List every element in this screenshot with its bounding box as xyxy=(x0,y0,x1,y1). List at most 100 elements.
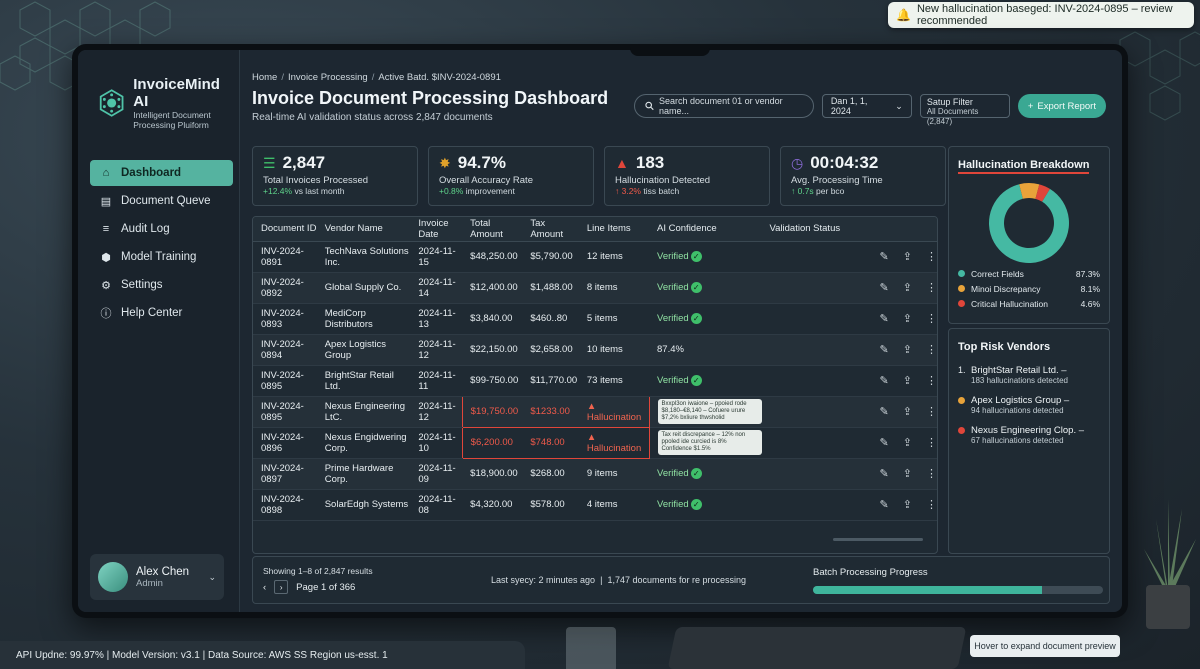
edit-icon[interactable]: ✎ xyxy=(880,250,889,263)
share-icon[interactable]: ⇪ xyxy=(903,250,912,263)
stat-delta: +12.4% vs last month xyxy=(263,186,407,196)
cell-document-id[interactable]: INV-2024-0895 xyxy=(253,365,317,397)
more-icon[interactable]: ⋮ xyxy=(926,405,937,418)
cell-document-id[interactable]: INV-2024-0893 xyxy=(253,303,317,335)
more-icon[interactable]: ⋮ xyxy=(926,436,937,449)
prev-page-button[interactable]: ‹ xyxy=(263,582,266,593)
share-icon[interactable]: ⇪ xyxy=(903,467,912,480)
sidebar-item-4[interactable]: ⚙ Settings xyxy=(90,272,233,298)
edit-icon[interactable]: ✎ xyxy=(880,405,889,418)
date-picker[interactable]: Dan 1, 1, 2024 ⌄ xyxy=(821,94,912,118)
breadcrumb-invoice-processing[interactable]: Invoice Processing xyxy=(288,72,368,83)
cell-vendor: Apex Logistics Group xyxy=(316,334,411,366)
share-icon[interactable]: ⇪ xyxy=(903,498,912,511)
export-report-button[interactable]: + Export Report xyxy=(1017,94,1106,118)
cell-line-items: 9 items xyxy=(578,458,650,490)
cell-actions: ✎ ⇪ ⋮ xyxy=(761,396,937,428)
sidebar-item-label: Dashboard xyxy=(121,167,182,179)
vendor-rank: 1. xyxy=(958,365,966,375)
column-header[interactable]: AI Confidence xyxy=(649,217,762,242)
check-icon: ✓ xyxy=(690,375,702,386)
more-icon[interactable]: ⋮ xyxy=(926,250,937,263)
share-icon[interactable]: ⇪ xyxy=(903,374,912,387)
cell-total: $19,750.00 xyxy=(461,395,523,428)
sidebar-item-5[interactable]: ⓘ Help Center xyxy=(90,300,233,326)
row-actions: ✎ ⇪ ⋮ xyxy=(770,374,937,387)
table-row[interactable]: INV-2024-0895 Nexus Engineering LtC. 2024-… xyxy=(253,395,937,428)
sidebar-item-3[interactable]: ⬢ Model Training xyxy=(90,244,233,270)
cell-document-id[interactable]: INV-2024-0895 xyxy=(253,396,317,428)
table-row[interactable]: INV-2024-0892 Global Supply Co. 2024-11-14… xyxy=(253,272,937,304)
check-icon: ✓ xyxy=(690,282,702,293)
table-row[interactable]: INV-2024-0891 TechNava Solutions Inc. 2024… xyxy=(253,241,937,273)
edit-icon[interactable]: ✎ xyxy=(880,343,889,356)
edit-icon[interactable]: ✎ xyxy=(880,467,889,480)
share-icon[interactable]: ⇪ xyxy=(903,312,912,325)
column-header[interactable]: Validation Status xyxy=(761,217,937,242)
edit-icon[interactable]: ✎ xyxy=(880,436,889,449)
filter-select[interactable]: Satup Filter All Documents (2,847) xyxy=(919,94,1010,126)
table-row[interactable]: INV-2024-0895 BrightStar Retail Ltd. 2024-… xyxy=(253,365,937,397)
vendor-marker xyxy=(958,397,965,404)
more-icon[interactable]: ⋮ xyxy=(926,312,937,325)
next-page-button[interactable]: › xyxy=(274,580,289,594)
hallucination-flag[interactable]: ▲ Hallucination xyxy=(578,395,650,428)
share-icon[interactable]: ⇪ xyxy=(903,405,912,418)
cell-document-id[interactable]: INV-2024-0894 xyxy=(253,334,317,366)
cell-document-id[interactable]: INV-2024-0898 xyxy=(253,489,317,521)
user-menu[interactable]: Alex Chen Admin ⌄ xyxy=(90,554,224,600)
more-icon[interactable]: ⋮ xyxy=(926,467,937,480)
notification-toast[interactable]: 🔔 New hallucination baseged: INV-2024-08… xyxy=(888,2,1194,28)
edit-icon[interactable]: ✎ xyxy=(880,498,889,511)
vendor-item[interactable]: Apex Logistics Group –94 hallucinations … xyxy=(958,395,1100,415)
sidebar-item-1[interactable]: ▤ Document Queve xyxy=(90,188,233,214)
table-row[interactable]: INV-2024-0894 Apex Logistics Group 2024-11… xyxy=(253,334,937,366)
sidebar-item-2[interactable]: ≡ Audit Log xyxy=(90,216,233,242)
sidebar-nav: ⌂ Dashboard ▤ Document Queve ≡ Audit Log ⬢ Mode… xyxy=(78,160,239,326)
more-icon[interactable]: ⋮ xyxy=(926,498,937,511)
brand-name: InvoiceMind AI xyxy=(133,76,220,110)
edit-icon[interactable]: ✎ xyxy=(880,281,889,294)
more-icon[interactable]: ⋮ xyxy=(926,374,937,387)
hallucination-flag[interactable]: ▲ Hallucination xyxy=(578,426,650,459)
table-row[interactable]: INV-2024-0896 Nexus Engidwering Corp. 2024… xyxy=(253,426,937,459)
breadcrumb-home[interactable]: Home xyxy=(252,72,277,83)
column-header[interactable]: Invoice Date xyxy=(410,217,463,242)
date-value: Dan 1, 1, 2024 xyxy=(830,96,868,116)
more-icon[interactable]: ⋮ xyxy=(926,343,937,356)
cell-document-id[interactable]: INV-2024-0891 xyxy=(253,241,317,273)
vendor-item[interactable]: Nexus Engineering Clop. –67 hallucinatio… xyxy=(958,425,1100,445)
table-row[interactable]: INV-2024-0893 MediCorp Distributors 2024-1… xyxy=(253,303,937,335)
cell-document-id[interactable]: INV-2024-0892 xyxy=(253,272,317,304)
share-icon[interactable]: ⇪ xyxy=(903,343,912,356)
stat-card-head: ▲ 183 xyxy=(615,153,759,173)
table-row[interactable]: INV-2024-0898 SolarEdgh Systems 2024-11-08… xyxy=(253,489,937,521)
cell-confidence: Verified ✓ xyxy=(649,365,762,397)
sidebar-item-0[interactable]: ⌂ Dashboard xyxy=(90,160,233,186)
table-scrollbar[interactable] xyxy=(833,538,923,541)
check-icon: ✓ xyxy=(690,468,702,479)
cell-vendor: SolarEdgh Systems xyxy=(316,489,411,521)
column-header[interactable]: Document ID xyxy=(253,217,317,242)
cell-actions: ✎ ⇪ ⋮ xyxy=(761,272,937,304)
vendor-name: Nexus Engineering Clop. – xyxy=(971,425,1085,436)
more-icon[interactable]: ⋮ xyxy=(926,281,937,294)
column-header[interactable]: Line Items xyxy=(578,217,650,242)
cell-confidence: Bxxpl3on iwaione – ppoied rode $8,180–€8… xyxy=(649,396,762,428)
page-indicator: Page 1 of 366 xyxy=(296,581,356,593)
share-icon[interactable]: ⇪ xyxy=(903,436,912,449)
cell-document-id[interactable]: INV-2024-0896 xyxy=(253,427,317,459)
table-row[interactable]: INV-2024-0897 Prime Hardware Corp. 2024-11… xyxy=(253,458,937,490)
vendor-item[interactable]: 1. BrightStar Retail Ltd. –183 hallucinat… xyxy=(958,365,1100,385)
preview-hint: Hover to expand document preview xyxy=(970,635,1120,657)
edit-icon[interactable]: ✎ xyxy=(880,374,889,387)
keyboard xyxy=(667,627,967,669)
last-sync: Last syecy: 2 minutes ago xyxy=(491,575,596,585)
column-header[interactable]: Tax Amount xyxy=(522,217,579,242)
search-input[interactable]: Search document 01 or vendor name... xyxy=(633,94,814,118)
share-icon[interactable]: ⇪ xyxy=(903,281,912,294)
edit-icon[interactable]: ✎ xyxy=(880,312,889,325)
cell-document-id[interactable]: INV-2024-0897 xyxy=(253,458,317,490)
column-header[interactable]: Total Amount xyxy=(462,217,523,242)
column-header[interactable]: Vendor Name xyxy=(316,217,411,242)
